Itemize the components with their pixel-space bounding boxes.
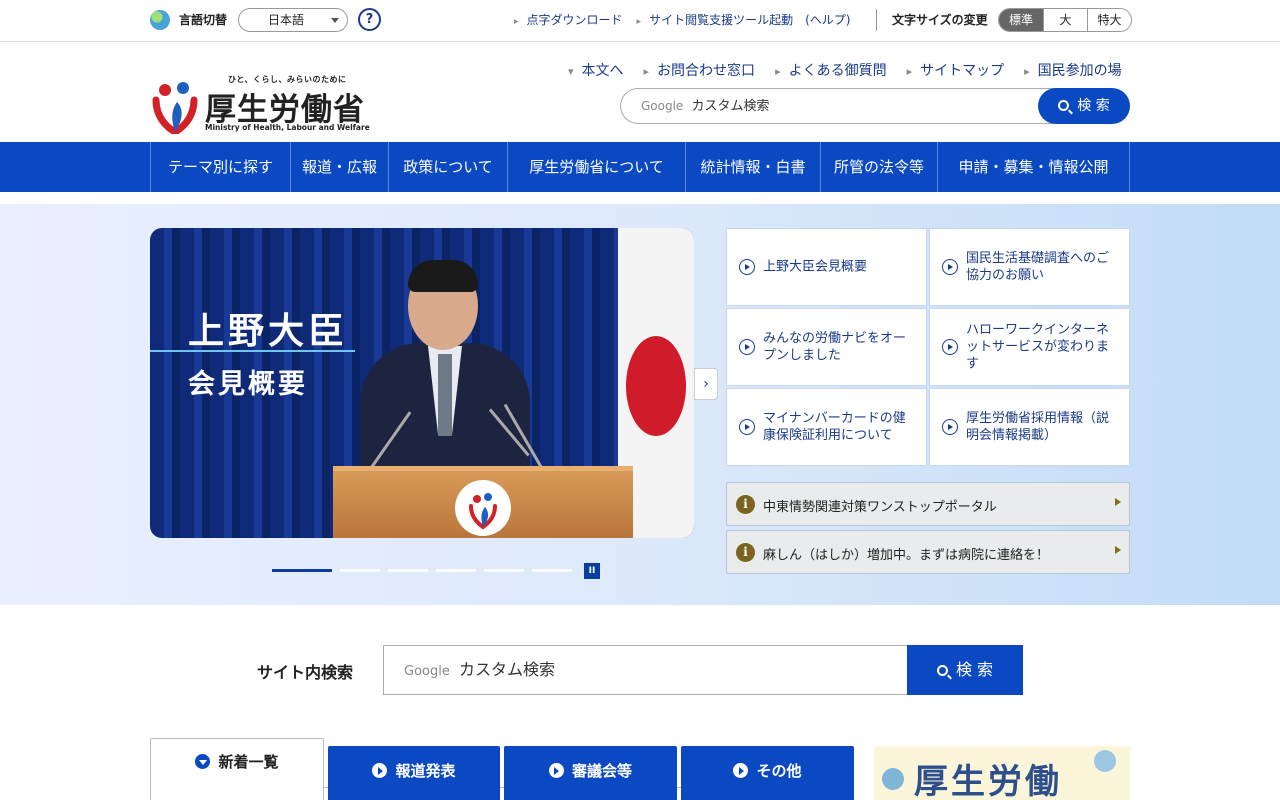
slide-indicator[interactable] (272, 569, 332, 572)
google-brand: Google (641, 99, 684, 113)
utility-links: 点字ダウンロード サイト閲覧支援ツール起動 (ヘルプ) (514, 11, 851, 28)
site-logo[interactable]: ひと、くらし、みらいのために 厚生労働省 Ministry of Health,… (150, 72, 370, 134)
play-circle-icon (942, 339, 958, 355)
chevron-down-icon (331, 18, 339, 23)
ministry-emblem-icon (455, 480, 511, 536)
tab-other[interactable]: その他 (681, 746, 854, 800)
language-select[interactable]: 日本語 (238, 8, 348, 32)
search-icon (1058, 100, 1070, 111)
flag-sun (626, 336, 686, 436)
slide-indicator[interactable] (388, 569, 428, 572)
slide-subtitle: 会見概要 (188, 369, 308, 400)
public-participation-link[interactable]: 国民参加の場 (1024, 60, 1122, 80)
alert-banner[interactable]: i 麻しん（はしか）増加中。まずは病院に連絡を！ (726, 530, 1130, 574)
nav-item-about[interactable]: 厚生労働省について (508, 142, 686, 192)
header-search-input[interactable]: Google カスタム検索 (620, 88, 1060, 124)
triangle-right-icon (1115, 498, 1121, 506)
play-circle-icon (739, 259, 755, 275)
sitemap-link[interactable]: サイトマップ (907, 60, 1004, 80)
search-button-label: 検 索 (955, 660, 994, 679)
nav-item-policy[interactable]: 政策について (389, 142, 508, 192)
play-circle-icon (372, 763, 388, 778)
play-circle-icon (548, 763, 564, 778)
site-search-button[interactable]: 検 索 (907, 645, 1023, 695)
logo-english-name: Ministry of Health, Labour and Welfare (205, 123, 370, 132)
play-circle-icon (942, 419, 958, 435)
play-circle-icon (739, 339, 755, 355)
feature-card[interactable]: マイナンバーカードの健康保険証利用について (726, 388, 927, 466)
language-value: 日本語 (267, 13, 304, 27)
font-size-switcher: 標準 大 特大 (998, 8, 1132, 32)
triangle-right-icon (1115, 546, 1121, 554)
feature-card[interactable]: みんなの労働ナビをオープンしました (726, 308, 927, 386)
feature-card[interactable]: 厚生労働省採用情報（説明会情報掲載） (929, 388, 1130, 466)
info-icon: i (736, 495, 755, 514)
site-search-input[interactable]: Google カスタム検索 (383, 645, 908, 695)
header-search: Google カスタム検索 検 索 (620, 88, 1130, 124)
font-size-standard-button[interactable]: 標準 (999, 9, 1043, 31)
global-nav: テーマ別に探す 報道・広報 政策について 厚生労働省について 統計情報・白書 所… (0, 142, 1280, 192)
font-size-xlarge-button[interactable]: 特大 (1087, 9, 1131, 31)
feature-card[interactable]: 国民生活基礎調査へのご協力のお願い (929, 228, 1130, 306)
google-brand: Google (404, 664, 450, 679)
globe-icon (150, 10, 170, 30)
slide-title: 上野大臣 (188, 311, 349, 352)
search-button-label: 検 索 (1077, 98, 1110, 114)
tab-news[interactable]: 新着一覧 (150, 738, 324, 800)
feature-card[interactable]: 上野大臣会見概要 (726, 228, 927, 306)
font-size-large-button[interactable]: 大 (1043, 9, 1087, 31)
nav-item-laws[interactable]: 所管の法令等 (821, 142, 938, 192)
slide-indicator[interactable] (532, 569, 572, 572)
slide-indicator[interactable] (436, 569, 476, 572)
language-label: 言語切替 (179, 13, 228, 27)
pause-icon[interactable]: II (584, 563, 600, 579)
braille-download-link[interactable]: 点字ダウンロード (514, 11, 623, 28)
font-size-label: 文字サイズの変更 (892, 13, 988, 27)
skip-to-content-link[interactable]: 本文へ (568, 60, 624, 80)
utility-bar: 言語切替 日本語 ? 点字ダウンロード サイト閲覧支援ツール起動 (ヘルプ) 文… (0, 0, 1280, 42)
promo-banner[interactable]: 厚生労働 (874, 746, 1130, 800)
feature-card[interactable]: ハローワークインターネットサービスが変わります (929, 308, 1130, 386)
header-links: 本文へ お問合わせ窓口 よくある御質問 サイトマップ 国民参加の場 (568, 60, 1122, 80)
banner-text: 厚生労働 (914, 762, 1062, 800)
accessibility-tool-link[interactable]: サイト閲覧支援ツール起動 (ヘルプ) (637, 11, 850, 28)
search-placeholder: カスタム検索 (691, 99, 770, 114)
tab-councils[interactable]: 審議会等 (504, 746, 677, 800)
slide-indicator[interactable] (340, 569, 380, 572)
info-icon: i (736, 543, 755, 562)
nav-item-themes[interactable]: テーマ別に探す (151, 142, 291, 192)
chevron-down-icon (195, 754, 211, 769)
nav-item-statistics[interactable]: 統計情報・白書 (686, 142, 821, 192)
header-search-button[interactable]: 検 索 (1038, 88, 1130, 124)
play-circle-icon (942, 259, 958, 275)
faq-link[interactable]: よくある御質問 (775, 60, 887, 80)
help-icon[interactable]: ? (358, 8, 381, 31)
slide-indicators (272, 569, 572, 572)
slide-indicator[interactable] (484, 569, 524, 572)
play-circle-icon (739, 419, 755, 435)
chevron-right-icon[interactable]: › (694, 368, 718, 400)
contact-link[interactable]: お問合わせ窓口 (644, 60, 755, 80)
search-icon (936, 665, 948, 676)
search-placeholder: カスタム検索 (458, 660, 555, 679)
divider (876, 9, 877, 31)
site-search-label: サイト内検索 (257, 663, 354, 682)
hero-slide[interactable]: 上野大臣 会見概要 (150, 228, 694, 538)
nav-item-applications[interactable]: 申請・募集・情報公開 (938, 142, 1130, 192)
tab-press-releases[interactable]: 報道発表 (328, 746, 500, 800)
logo-emblem-icon (152, 82, 198, 134)
nav-item-press[interactable]: 報道・広報 (291, 142, 389, 192)
play-circle-icon (733, 763, 749, 778)
alert-banner[interactable]: i 中東情勢関連対策ワンストップポータル (726, 482, 1130, 526)
